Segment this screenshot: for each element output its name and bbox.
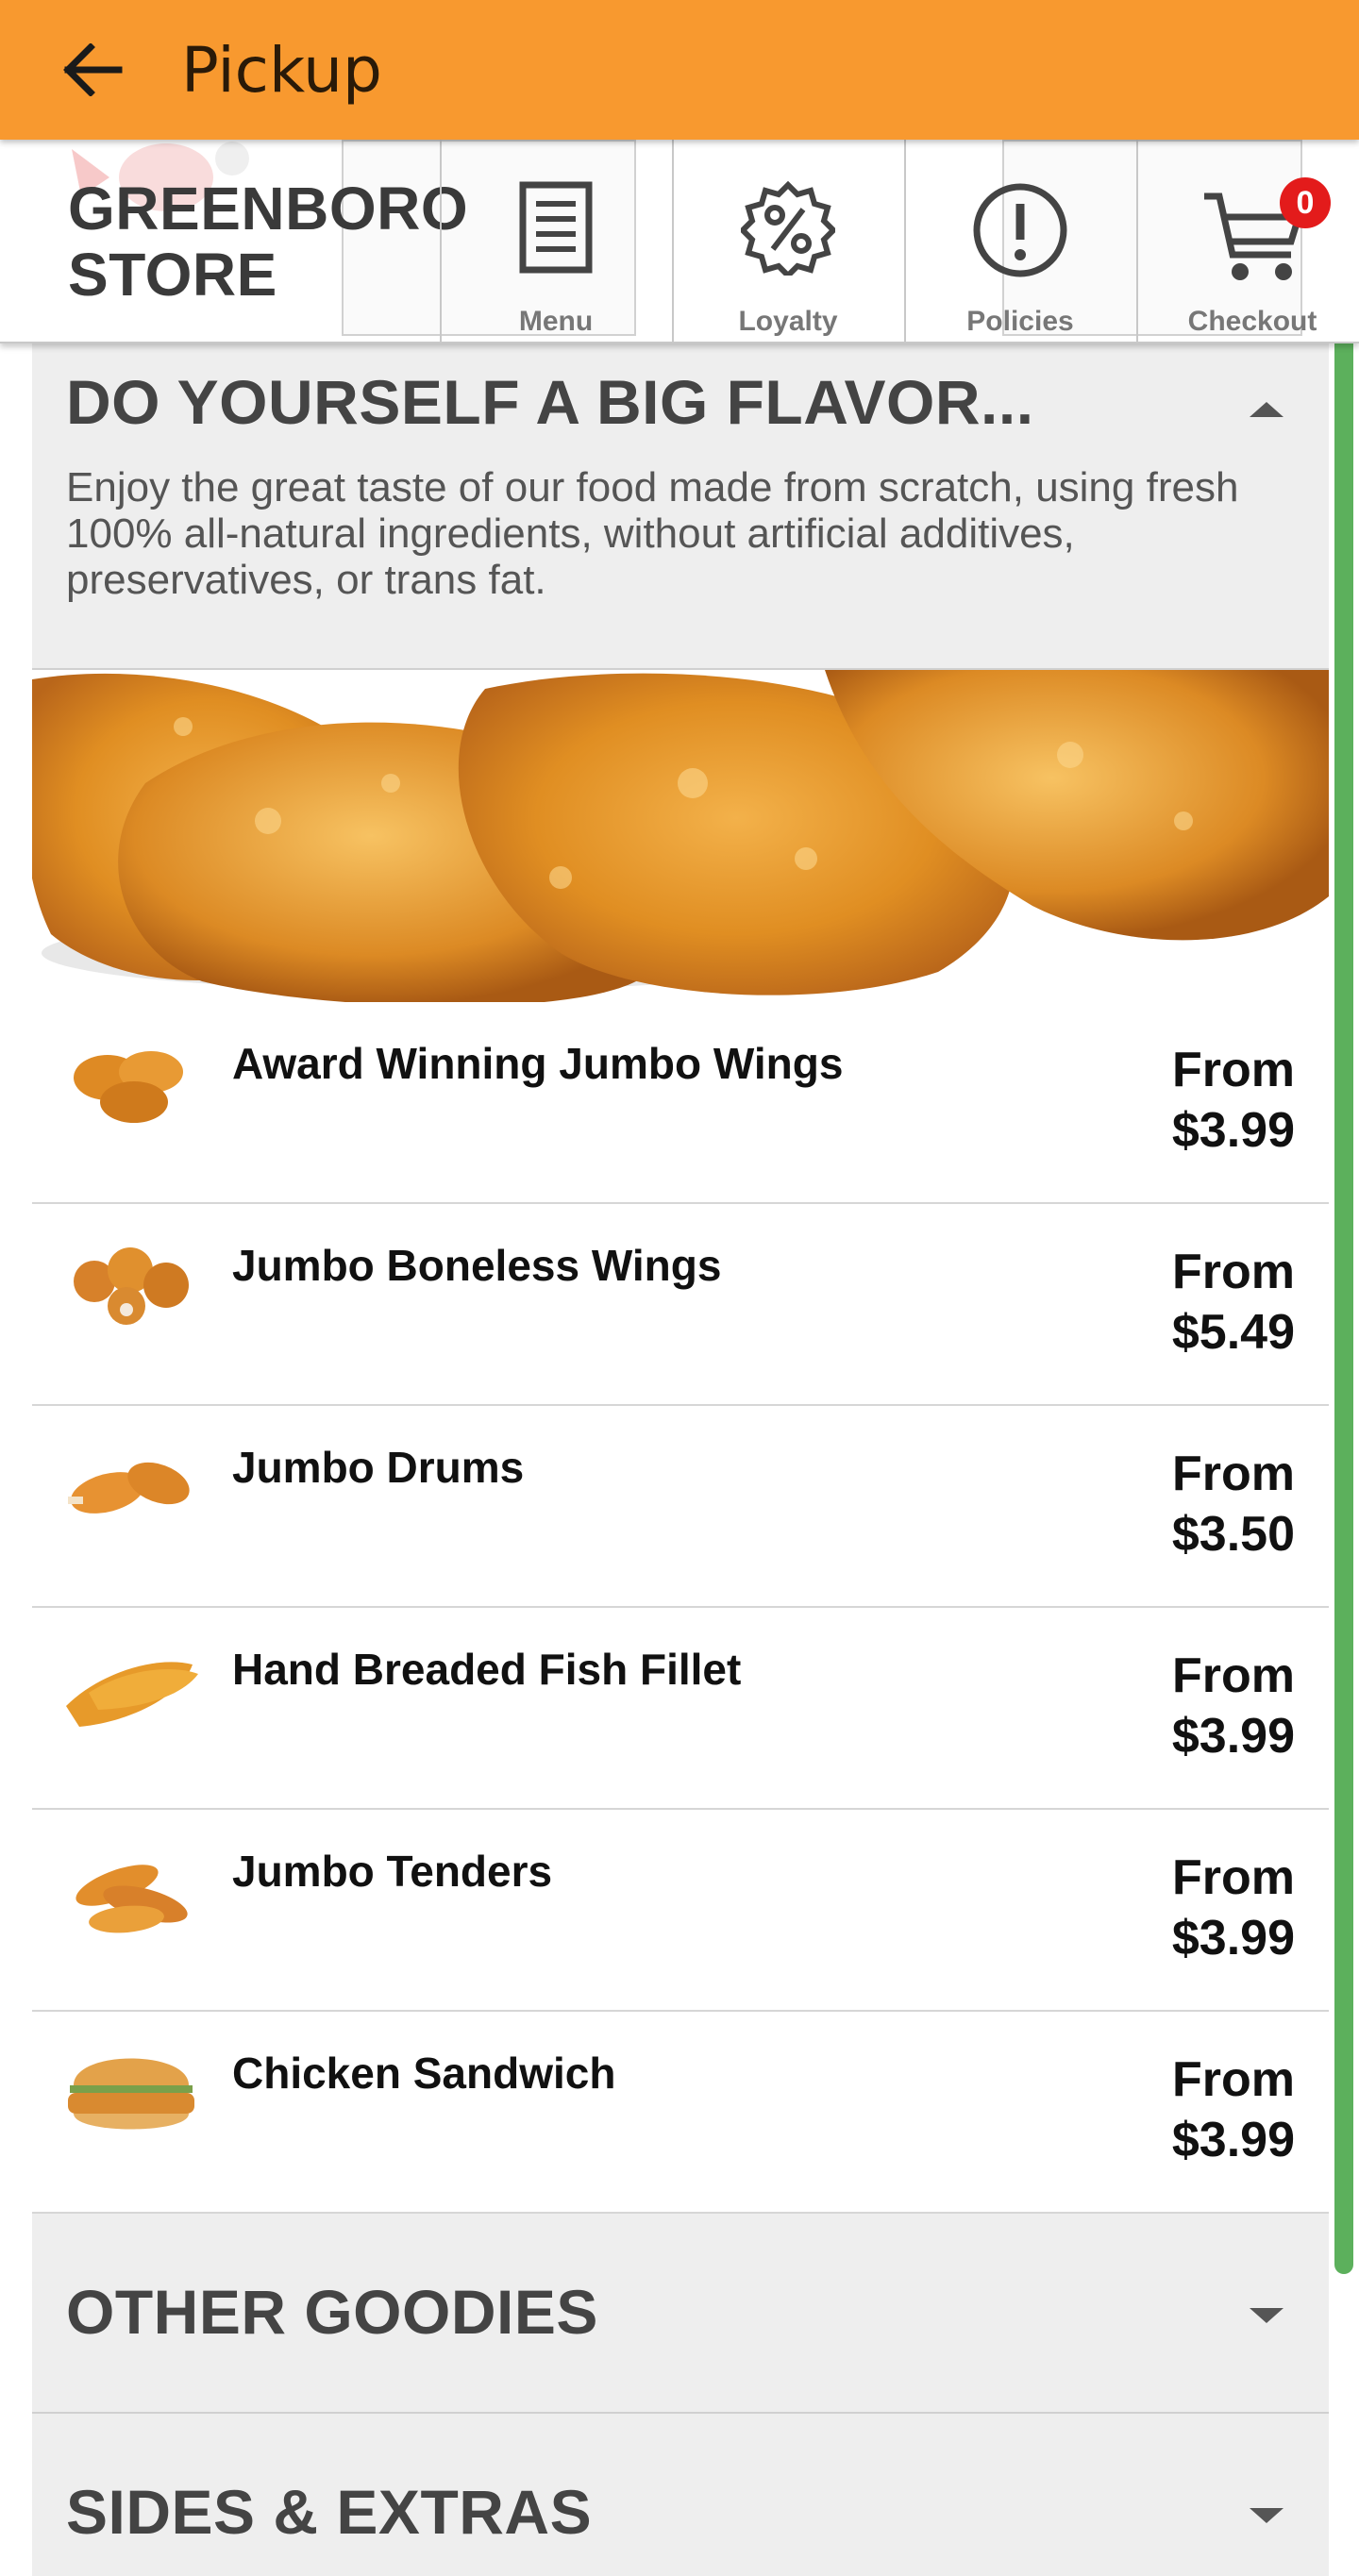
tenders-thumbnail-image bbox=[76, 1865, 188, 1933]
menu-item-chicken-sandwich[interactable]: Chicken Sandwich From $3.99 bbox=[32, 2012, 1329, 2214]
caret-down-icon bbox=[1250, 2508, 1284, 2523]
item-price: From $3.99 bbox=[1171, 2052, 1295, 2167]
item-name: Jumbo Drums bbox=[232, 1443, 525, 1492]
caret-up-icon bbox=[1250, 402, 1284, 417]
tab-loyalty-label: Loyalty bbox=[738, 306, 838, 337]
item-price: From $3.99 bbox=[1171, 1043, 1295, 1158]
caret-down-icon bbox=[1250, 2308, 1284, 2323]
store-header: GREENBORO STORE Menu Loyalty Policies 0 … bbox=[0, 140, 1359, 343]
item-name: Award Winning Jumbo Wings bbox=[232, 1039, 844, 1088]
section-title: SIDES & EXTRAS bbox=[66, 2477, 593, 2547]
tab-policies-label: Policies bbox=[966, 306, 1074, 337]
section-description: Enjoy the great taste of our food made f… bbox=[66, 464, 1239, 603]
menu-content: DO YOURSELF A BIG FLAVOR... Enjoy the gr… bbox=[32, 343, 1329, 2576]
tab-menu-label: Menu bbox=[518, 306, 594, 337]
item-price: From $3.99 bbox=[1171, 1648, 1295, 1764]
fish-fillet-thumbnail-image bbox=[66, 1662, 198, 1727]
item-price: From $3.99 bbox=[1171, 1850, 1295, 1965]
arrow-left-icon bbox=[63, 43, 123, 96]
menu-item-jumbo-tenders[interactable]: Jumbo Tenders From $3.99 bbox=[32, 1810, 1329, 2012]
chicken-tenders-hero-image bbox=[32, 670, 1329, 1002]
store-name: GREENBORO STORE bbox=[68, 175, 469, 309]
percent-badge-icon bbox=[741, 181, 835, 276]
exclamation-circle-icon bbox=[973, 183, 1067, 277]
tab-policies[interactable]: Policies bbox=[904, 140, 1134, 342]
tab-checkout[interactable]: 0 Checkout bbox=[1136, 140, 1359, 342]
item-name: Jumbo Boneless Wings bbox=[232, 1241, 722, 1290]
tab-menu[interactable]: Menu bbox=[440, 140, 670, 342]
section-header-sides-extras[interactable]: SIDES & EXTRAS bbox=[32, 2414, 1329, 2576]
drums-thumbnail-image bbox=[68, 1462, 190, 1514]
page-title: Pickup bbox=[181, 33, 382, 107]
section-title: DO YOURSELF A BIG FLAVOR... bbox=[66, 367, 1034, 437]
menu-item-jumbo-wings[interactable]: Award Winning Jumbo Wings From $3.99 bbox=[32, 1002, 1329, 1204]
tab-checkout-label: Checkout bbox=[1187, 306, 1317, 337]
menu-item-boneless-wings[interactable]: Jumbo Boneless Wings From $5.49 bbox=[32, 1204, 1329, 1406]
item-name: Chicken Sandwich bbox=[232, 2049, 616, 2098]
section-title: OTHER GOODIES bbox=[66, 2277, 598, 2347]
item-name: Jumbo Tenders bbox=[232, 1847, 553, 1896]
wings-thumbnail-image bbox=[74, 1051, 183, 1123]
scroll-indicator[interactable] bbox=[1334, 326, 1353, 2274]
sandwich-thumbnail-image bbox=[68, 2058, 194, 2130]
section-header-big-flavor[interactable]: DO YOURSELF A BIG FLAVOR... Enjoy the gr… bbox=[32, 343, 1329, 670]
back-button[interactable] bbox=[55, 32, 130, 108]
boneless-wings-thumbnail-image bbox=[74, 1247, 189, 1325]
menu-item-fish-fillet[interactable]: Hand Breaded Fish Fillet From $3.99 bbox=[32, 1608, 1329, 1810]
item-price: From $5.49 bbox=[1171, 1245, 1295, 1360]
app-bar: Pickup bbox=[0, 0, 1359, 140]
menu-item-jumbo-drums[interactable]: Jumbo Drums From $3.50 bbox=[32, 1406, 1329, 1608]
tab-loyalty[interactable]: Loyalty bbox=[672, 140, 902, 342]
section-header-other-goodies[interactable]: OTHER GOODIES bbox=[32, 2214, 1329, 2414]
cart-count-badge: 0 bbox=[1280, 177, 1331, 228]
item-name: Hand Breaded Fish Fillet bbox=[232, 1645, 742, 1694]
menu-document-icon bbox=[519, 181, 593, 274]
item-price: From $3.50 bbox=[1171, 1447, 1295, 1562]
